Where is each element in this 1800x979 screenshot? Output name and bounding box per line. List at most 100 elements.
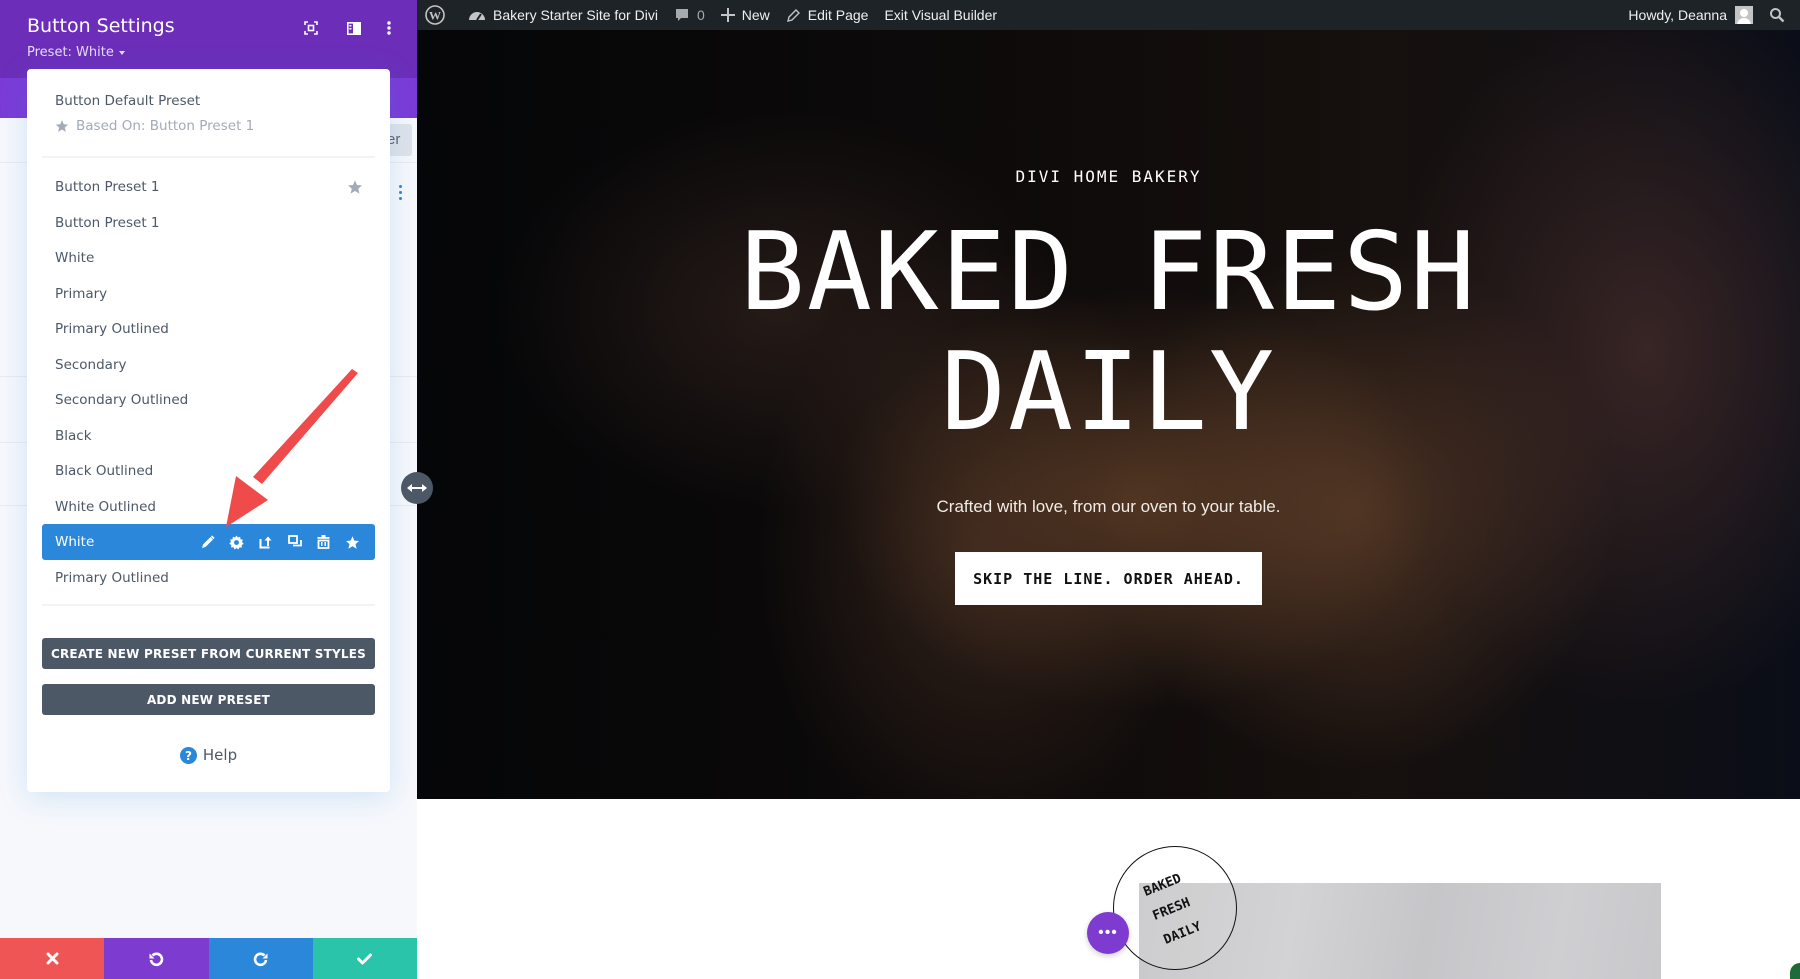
edit-page-link[interactable]: Edit Page	[778, 0, 877, 30]
resize-horizontal-icon	[407, 484, 427, 492]
module-options-icon[interactable]	[399, 185, 403, 203]
preset-item[interactable]: Black	[42, 418, 375, 454]
preset-item-label: Secondary	[55, 357, 127, 373]
preset-item[interactable]: Primary Outlined	[42, 311, 375, 347]
divider	[42, 156, 375, 158]
wordpress-icon: W	[425, 5, 445, 25]
help-icon: ?	[179, 746, 197, 764]
preset-item-label: White	[55, 534, 95, 550]
exit-visual-builder-label: Exit Visual Builder	[884, 7, 998, 23]
focus-mode-button[interactable]	[301, 18, 321, 38]
preset-settings-button[interactable]	[222, 524, 251, 560]
hero-title-line1: BAKED FRESH	[739, 210, 1478, 335]
site-name: Bakery Starter Site for Divi	[493, 7, 658, 23]
preset-item[interactable]: White	[42, 240, 375, 276]
stamp-line: BAKED	[1141, 871, 1184, 900]
sidebar-footer	[0, 938, 417, 979]
more-options-icon	[387, 21, 391, 35]
preset-item[interactable]: Secondary	[42, 347, 375, 383]
search-icon	[1770, 8, 1785, 23]
default-preset-title[interactable]: Button Default Preset	[55, 93, 200, 109]
search-button[interactable]	[1761, 0, 1800, 30]
preset-item-label: Primary Outlined	[55, 570, 169, 586]
export-icon	[259, 536, 271, 549]
exit-visual-builder-link[interactable]: Exit Visual Builder	[876, 0, 1005, 30]
sidebar-resize-handle[interactable]	[401, 472, 433, 504]
preset-dropdown[interactable]: Preset: White	[27, 45, 125, 60]
discard-button[interactable]	[0, 938, 105, 979]
hero-kicker: DIVI HOME BAKERY	[1015, 167, 1202, 186]
baked-fresh-stamp: BAKED FRESH DAILY	[1113, 846, 1237, 970]
new-content-link[interactable]: New	[713, 0, 778, 30]
comments-count: 0	[696, 7, 705, 23]
duplicate-preset-button[interactable]	[280, 524, 309, 560]
preset-item-label: Secondary Outlined	[55, 392, 189, 408]
settings-icon	[229, 534, 244, 550]
star-icon	[345, 535, 360, 549]
site-name-link[interactable]: Bakery Starter Site for Divi	[460, 0, 666, 30]
svg-text:?: ?	[185, 749, 192, 763]
settings-sidebar: Button Settings Preset: White er Button …	[0, 0, 417, 979]
create-preset-from-styles-button[interactable]: CREATE NEW PRESET FROM CURRENT STYLES	[42, 638, 375, 669]
preset-item[interactable]: White Outlined	[42, 489, 375, 525]
delete-preset-button[interactable]	[309, 524, 338, 560]
check-icon	[357, 953, 373, 964]
greeting-text: Howdy, Deanna	[1628, 7, 1727, 23]
redo-icon	[253, 952, 268, 966]
duplicate-icon	[287, 535, 302, 547]
default-star-icon[interactable]	[347, 179, 363, 195]
preset-item[interactable]: Primary	[42, 276, 375, 312]
undo-button[interactable]	[104, 938, 209, 979]
based-on-label: Based On: Button Preset 1	[76, 118, 255, 134]
edit-icon	[201, 535, 215, 548]
preset-label: Preset: White	[27, 45, 114, 60]
comment-icon	[675, 9, 688, 21]
preset-item-label: White Outlined	[55, 499, 156, 515]
stamp-line: FRESH	[1150, 895, 1193, 924]
preset-item-selected[interactable]: White	[42, 524, 375, 560]
more-options-button[interactable]	[379, 18, 399, 38]
preset-item[interactable]: Black Outlined	[42, 453, 375, 489]
hero-section: DIVI HOME BAKERY BAKED FRESH DAILY Craft…	[417, 30, 1800, 799]
redo-button[interactable]	[208, 938, 313, 979]
help-label: Help	[202, 746, 238, 764]
save-button[interactable]	[312, 938, 417, 979]
sidebar-title: Button Settings	[27, 15, 175, 37]
order-ahead-button[interactable]: SKIP THE LINE. ORDER AHEAD.	[955, 552, 1262, 605]
my-account-menu[interactable]: Howdy, Deanna	[1620, 0, 1761, 30]
split-view-button[interactable]	[344, 18, 364, 38]
preset-item-label: Button Preset 1	[55, 179, 160, 195]
split-view-icon	[347, 21, 361, 35]
new-label: New	[741, 7, 770, 23]
edit-preset-button[interactable]	[193, 524, 222, 560]
page-canvas: W Bakery Starter Site for Divi 0 New Edi…	[417, 0, 1800, 979]
trash-icon	[317, 535, 330, 549]
dashboard-icon	[469, 12, 485, 21]
edit-page-label: Edit Page	[807, 7, 869, 23]
divider	[42, 604, 375, 606]
export-preset-button[interactable]	[251, 524, 280, 560]
preset-item[interactable]: Button Preset 1	[42, 169, 375, 205]
preset-item-label: Black	[55, 428, 92, 444]
star-icon	[55, 120, 69, 132]
add-new-preset-button[interactable]: ADD NEW PRESET	[42, 684, 375, 715]
preset-item-label: Primary Outlined	[55, 321, 169, 337]
help-link[interactable]: ? Help	[27, 746, 390, 764]
preset-item-label: Black Outlined	[55, 463, 154, 479]
hero-title-line2: DAILY	[940, 330, 1277, 455]
caret-down-icon	[118, 50, 125, 55]
stamp-line: DAILY	[1161, 919, 1204, 948]
preset-item-label: White	[55, 250, 95, 266]
plus-icon	[720, 8, 735, 22]
svg-text:W: W	[429, 9, 441, 23]
section-options-button[interactable]: •••	[1087, 912, 1129, 954]
preset-item[interactable]: Button Preset 1	[42, 205, 375, 241]
close-icon	[46, 952, 59, 965]
wordpress-logo-button[interactable]: W	[417, 0, 460, 30]
comments-link[interactable]: 0	[666, 0, 713, 30]
set-default-preset-button[interactable]	[338, 524, 367, 560]
preset-item-label: Button Preset 1	[55, 215, 160, 231]
preset-item[interactable]: Primary Outlined	[42, 560, 375, 596]
avatar	[1735, 6, 1753, 24]
preset-item[interactable]: Secondary Outlined	[42, 382, 375, 418]
